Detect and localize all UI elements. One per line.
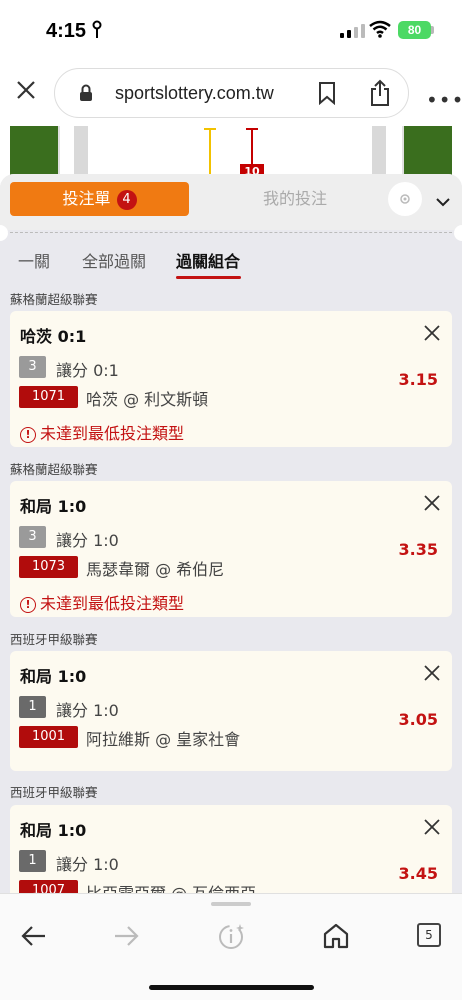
match-teams: 哈茨 @ 利文斯頓 <box>86 390 209 409</box>
address-bar[interactable]: sportslottery.com.tw <box>54 68 409 118</box>
bet-slip-sheet: 投注單 4 我的投注 一關 全部過關 過關組合 蘇格蘭超級聯賽 哈茨 0:1 3 … <box>0 174 462 894</box>
share-icon[interactable] <box>369 79 391 107</box>
home-indicator <box>149 985 314 990</box>
bet-slip-header: 投注單 4 我的投注 <box>0 174 462 230</box>
tab-all-parlay[interactable]: 全部過關 <box>82 248 146 272</box>
divider <box>0 232 462 233</box>
bet-card: 和局 1:0 1 讓分 1:0 1007 比亞雷亞爾 @ 瓦倫西亞 3.45 <box>10 805 452 894</box>
settings-button[interactable] <box>388 182 422 216</box>
close-icon[interactable] <box>424 495 440 511</box>
league-label: 蘇格蘭超級聯賽 <box>10 462 98 477</box>
browser-bottom-bar: 5 <box>0 893 462 1000</box>
close-icon[interactable] <box>424 819 440 835</box>
bet-type: 讓分 1:0 <box>56 531 119 550</box>
active-tab-indicator <box>176 276 241 279</box>
odds: 3.05 <box>398 710 438 729</box>
drag-handle[interactable] <box>211 902 251 906</box>
bet-card: 和局 1:0 1 讓分 1:0 1001 阿拉維斯 @ 皇家社會 3.05 <box>10 651 452 771</box>
warning-text: 未達到最低投注類型 <box>40 424 185 443</box>
match-teams: 阿拉維斯 @ 皇家社會 <box>86 730 241 749</box>
warning-message: ! 未達到最低投注類型 <box>20 420 184 444</box>
info-sparkle-icon[interactable] <box>218 922 246 950</box>
league-label: 西班牙甲級聯賽 <box>10 632 98 647</box>
bet-count-badge: 4 <box>116 190 137 210</box>
bet-type: 讓分 1:0 <box>56 701 119 720</box>
close-icon[interactable] <box>424 325 440 341</box>
close-icon[interactable] <box>14 78 38 102</box>
back-arrow-icon[interactable] <box>20 922 48 950</box>
warning-text: 未達到最低投注類型 <box>40 594 185 613</box>
tab-parlay-combo[interactable]: 過關組合 <box>176 248 240 272</box>
home-icon[interactable] <box>322 922 350 950</box>
match-code: 1073 <box>19 556 78 578</box>
bookmark-icon[interactable] <box>317 81 337 106</box>
bet-selection: 和局 1:0 <box>20 667 87 686</box>
match-code: 1071 <box>19 386 78 408</box>
location-icon <box>92 20 102 44</box>
battery-icon: 80 <box>398 21 431 39</box>
bet-type: 讓分 0:1 <box>56 361 119 380</box>
tab-bet-slip[interactable]: 投注單 4 <box>10 182 189 216</box>
subtabs: 一關 全部過關 過關組合 <box>0 236 462 284</box>
bet-type: 讓分 1:0 <box>56 855 119 874</box>
match-teams: 比亞雷亞爾 @ 瓦倫西亞 <box>86 884 257 894</box>
odds: 3.45 <box>398 864 438 883</box>
tab-single[interactable]: 一關 <box>18 248 50 272</box>
match-code: 1001 <box>19 726 78 748</box>
tab-my-bets[interactable]: 我的投注 <box>205 182 385 216</box>
odds: 3.15 <box>398 370 438 389</box>
chevron-down-icon[interactable] <box>436 192 450 207</box>
bet-selection: 哈茨 0:1 <box>20 327 87 346</box>
status-bar: 4:15 80 <box>0 0 462 60</box>
battery-tip <box>431 26 434 34</box>
bet-number-badge: 1 <box>19 850 46 872</box>
status-time: 4:15 <box>46 20 87 42</box>
gear-icon <box>400 194 410 204</box>
browser-toolbar: sportslottery.com.tw ••• <box>0 60 462 126</box>
bet-number-badge: 1 <box>19 696 46 718</box>
bet-card: 哈茨 0:1 3 讓分 0:1 1071 哈茨 @ 利文斯頓 3.15 ! 未達到… <box>10 311 452 447</box>
signal-icon <box>340 24 365 38</box>
close-icon[interactable] <box>424 665 440 681</box>
bet-selection: 和局 1:0 <box>20 821 87 840</box>
lock-icon <box>79 84 93 102</box>
marker-line <box>209 128 211 178</box>
url-text[interactable]: sportslottery.com.tw <box>115 83 274 104</box>
bet-card: 和局 1:0 3 讓分 1:0 1073 馬瑟韋爾 @ 希伯尼 3.35 ! 未達… <box>10 481 452 617</box>
alert-icon: ! <box>20 427 36 443</box>
warning-message: ! 未達到最低投注類型 <box>20 590 184 614</box>
tab-bet-label: 投注單 <box>62 189 111 208</box>
marker-line <box>251 128 253 168</box>
league-label: 西班牙甲級聯賽 <box>10 785 98 800</box>
bet-number-badge: 3 <box>19 526 46 548</box>
odds: 3.35 <box>398 540 438 559</box>
bet-selection: 和局 1:0 <box>20 497 87 516</box>
match-teams: 馬瑟韋爾 @ 希伯尼 <box>86 560 225 579</box>
alert-icon: ! <box>20 597 36 613</box>
bet-number-badge: 3 <box>19 356 46 378</box>
match-code: 1007 <box>19 880 78 894</box>
more-icon[interactable]: ••• <box>426 88 462 112</box>
forward-arrow-icon[interactable] <box>112 922 140 950</box>
wifi-icon <box>369 20 391 38</box>
tabs-button[interactable]: 5 <box>417 923 441 947</box>
league-label: 蘇格蘭超級聯賽 <box>10 292 98 307</box>
